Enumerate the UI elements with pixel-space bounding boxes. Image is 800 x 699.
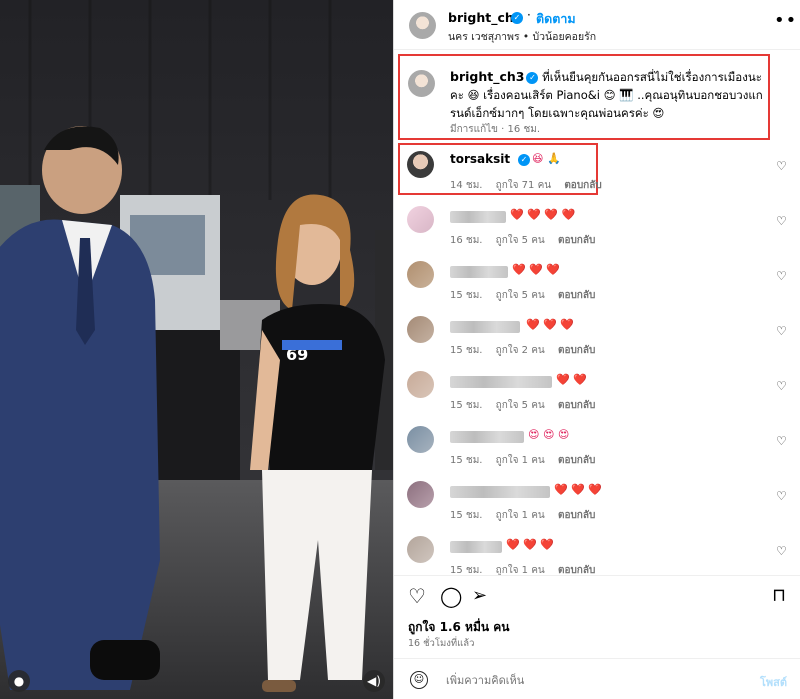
more-icon[interactable]: ••• (774, 10, 800, 31)
video-frame: 69 (0, 0, 393, 699)
blurred-username (450, 541, 502, 553)
comment-input[interactable] (446, 669, 736, 691)
comment-meta: 15 ชม. ถูกใจ 2 คน ตอบกลับ (450, 343, 605, 358)
blurred-username (450, 431, 524, 443)
comment-likes[interactable]: ถูกใจ 1 คน (496, 455, 545, 466)
reply-button[interactable]: ตอบกลับ (564, 180, 601, 191)
comment-avatar[interactable] (407, 206, 434, 233)
comment-meta: 15 ชม. ถูกใจ 1 คน ตอบกลับ (450, 453, 605, 468)
comment-item: torsaksit ✓ 😆 🙏 14 ชม. ถูกใจ 71 คน ตอบกล… (394, 151, 800, 206)
comment-avatar[interactable] (407, 536, 434, 563)
comment-meta: 15 ชม. ถูกใจ 5 คน ตอบกลับ (450, 288, 605, 303)
comment-text: ❤️ ❤️ ❤️ (506, 538, 555, 551)
comment-avatar[interactable] (407, 371, 434, 398)
post-header: bright_ch3 ✓ · ติดตาม นคร เวชสุภาพร • บั… (394, 0, 800, 50)
verified-icon: ✓ (526, 71, 539, 84)
blurred-username (450, 486, 550, 498)
like-comment-heart-icon[interactable]: ♡ (776, 269, 787, 283)
post-media[interactable]: 69 ● ◀) (0, 0, 393, 699)
post-timestamp[interactable]: 16 ชั่วโมงที่แล้ว (408, 636, 474, 651)
comment-item: 😍 😍 😍 15 ชม. ถูกใจ 1 คน ตอบกลับ ♡ (394, 426, 800, 481)
comment-text: ❤️ ❤️ (556, 373, 587, 386)
follow-button[interactable]: ติดตาม (536, 9, 576, 29)
blurred-username (450, 211, 506, 223)
reply-button[interactable]: ตอบกลับ (558, 345, 595, 356)
comment-likes[interactable]: ถูกใจ 71 คน (496, 180, 551, 191)
add-comment-bar: ☺ โพสต์ (394, 658, 800, 699)
comment-text: ❤️ ❤️ ❤️ (526, 318, 575, 331)
like-comment-heart-icon[interactable]: ♡ (776, 324, 787, 338)
reply-button[interactable]: ตอบกลับ (558, 510, 595, 521)
comment-item: ❤️ ❤️ ❤️ 15 ชม. ถูกใจ 2 คน ตอบกลับ ♡ (394, 316, 800, 371)
post-details-panel: bright_ch3 ✓ · ติดตาม นคร เวชสุภาพร • บั… (393, 0, 800, 699)
comment-likes[interactable]: ถูกใจ 5 คน (496, 290, 545, 301)
verified-icon: ✓ (518, 154, 530, 166)
comment-text: ❤️ ❤️ ❤️ ❤️ (510, 208, 576, 221)
author-subtitle[interactable]: นคร เวชสุภาพร • บัวน้อยคอยรัก (448, 28, 596, 45)
post-actions-bar: ♡ ◯ ➢ ⊓ (394, 575, 800, 615)
comment-time: 14 ชม. (450, 180, 483, 191)
comment-bubble-icon[interactable]: ◯ (440, 586, 462, 606)
share-paper-plane-icon[interactable]: ➢ (472, 586, 487, 606)
comment-time: 16 ชม. (450, 235, 483, 246)
comment-text: ❤️ ❤️ ❤️ (554, 483, 603, 496)
blurred-username (450, 266, 508, 278)
caption-avatar[interactable] (408, 70, 435, 97)
comment-time: 15 ชม. (450, 400, 483, 411)
comment-item: ❤️ ❤️ ❤️ 15 ชม. ถูกใจ 5 คน ตอบกลับ ♡ (394, 261, 800, 316)
post-like-count[interactable]: ถูกใจ 1.6 หมื่น คน (408, 618, 509, 637)
comment-time: 15 ชม. (450, 510, 483, 521)
comment-text: ❤️ ❤️ ❤️ (512, 263, 561, 276)
like-comment-heart-icon[interactable]: ♡ (776, 489, 787, 503)
verified-icon: ✓ (511, 12, 523, 24)
comment-likes[interactable]: ถูกใจ 2 คน (496, 345, 545, 356)
caption-username[interactable]: bright_ch3 (450, 69, 524, 84)
reply-button[interactable]: ตอบกลับ (558, 235, 595, 246)
comment-meta: 15 ชม. ถูกใจ 5 คน ตอบกลับ (450, 398, 605, 413)
comment-item: ❤️ ❤️ 15 ชม. ถูกใจ 5 คน ตอบกลับ ♡ (394, 371, 800, 426)
sound-toggle-button[interactable]: ◀) (363, 670, 385, 692)
comment-text: 😍 😍 😍 (528, 428, 570, 441)
like-comment-heart-icon[interactable]: ♡ (776, 214, 787, 228)
like-comment-heart-icon[interactable]: ♡ (776, 544, 787, 558)
comment-item: ❤️ ❤️ ❤️ 15 ชม. ถูกใจ 1 คน ตอบกลับ ♡ (394, 481, 800, 536)
comment-meta: 15 ชม. ถูกใจ 1 คน ตอบกลับ (450, 508, 605, 523)
caption-meta: มีการแก้ไข · 16 ชม. (450, 124, 540, 135)
comment-likes[interactable]: ถูกใจ 5 คน (496, 235, 545, 246)
emoji-icon[interactable]: ☺ (410, 671, 428, 689)
comment-meta: 14 ชม. ถูกใจ 71 คน ตอบกลับ (450, 178, 612, 193)
comment-avatar[interactable] (407, 261, 434, 288)
comment-username[interactable]: torsaksit (450, 152, 510, 166)
blurred-username (450, 321, 520, 333)
save-bookmark-icon[interactable]: ⊓ (772, 586, 786, 606)
tagged-users-button[interactable]: ● (8, 670, 30, 692)
comment-time: 15 ชม. (450, 455, 483, 466)
comment-avatar[interactable] (407, 426, 434, 453)
comment-meta: 16 ชม. ถูกใจ 5 คน ตอบกลับ (450, 233, 605, 248)
post-comment-button[interactable]: โพสต์ (760, 673, 787, 691)
comment-time: 15 ชม. (450, 290, 483, 301)
comment-likes[interactable]: ถูกใจ 1 คน (496, 510, 545, 521)
comment-time: 15 ชม. (450, 345, 483, 356)
like-heart-icon[interactable]: ♡ (408, 586, 426, 606)
reply-button[interactable]: ตอบกลับ (558, 400, 595, 411)
reply-button[interactable]: ตอบกลับ (558, 455, 595, 466)
caption: bright_ch3 ✓ ที่เห็นยืนคุยกันออกรสนี่ไม่ใ… (450, 68, 770, 122)
comment-likes[interactable]: ถูกใจ 5 คน (496, 400, 545, 411)
comment-avatar[interactable] (407, 316, 434, 343)
comment-avatar[interactable] (407, 481, 434, 508)
like-comment-heart-icon[interactable]: ♡ (776, 434, 787, 448)
blurred-username (450, 376, 552, 388)
comment-text: 😆 🙏 (532, 152, 561, 165)
comment-item: ❤️ ❤️ ❤️ ❤️ 16 ชม. ถูกใจ 5 คน ตอบกลับ ♡ (394, 206, 800, 261)
reply-button[interactable]: ตอบกลับ (558, 290, 595, 301)
like-comment-heart-icon[interactable]: ♡ (776, 379, 787, 393)
like-comment-heart-icon[interactable]: ♡ (776, 159, 787, 173)
author-avatar[interactable] (409, 12, 436, 39)
separator-dot: · (527, 8, 531, 22)
